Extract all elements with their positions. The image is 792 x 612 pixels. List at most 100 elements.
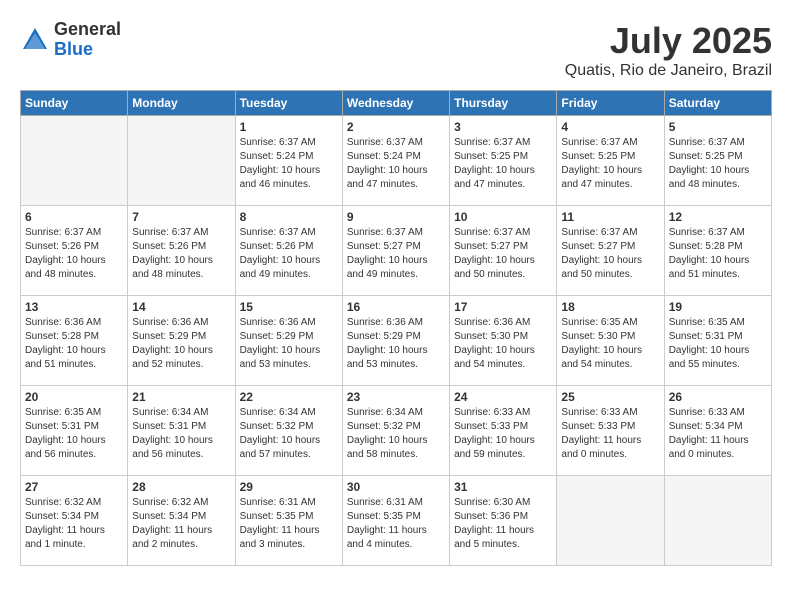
- sunset-text: Sunset: 5:29 PM: [240, 331, 314, 342]
- sunrise-text: Sunrise: 6:34 AM: [132, 407, 208, 418]
- day-info: Sunrise: 6:33 AMSunset: 5:33 PMDaylight:…: [561, 406, 659, 462]
- daylight-text: Daylight: 10 hours and 46 minutes.: [240, 165, 321, 190]
- header-friday: Friday: [557, 91, 664, 116]
- daylight-text: Daylight: 11 hours and 0 minutes.: [561, 435, 641, 460]
- sunset-text: Sunset: 5:25 PM: [561, 151, 635, 162]
- sunset-text: Sunset: 5:27 PM: [347, 241, 421, 252]
- daylight-text: Daylight: 10 hours and 47 minutes.: [347, 165, 428, 190]
- week-row-4: 20Sunrise: 6:35 AMSunset: 5:31 PMDayligh…: [21, 386, 772, 476]
- sunset-text: Sunset: 5:34 PM: [132, 511, 206, 522]
- daylight-text: Daylight: 10 hours and 54 minutes.: [454, 345, 535, 370]
- day-number: 28: [132, 480, 230, 494]
- calendar-cell: 25Sunrise: 6:33 AMSunset: 5:33 PMDayligh…: [557, 386, 664, 476]
- sunrise-text: Sunrise: 6:36 AM: [347, 317, 423, 328]
- calendar-cell: 27Sunrise: 6:32 AMSunset: 5:34 PMDayligh…: [21, 476, 128, 566]
- daylight-text: Daylight: 11 hours and 1 minute.: [25, 525, 105, 550]
- calendar-cell: 12Sunrise: 6:37 AMSunset: 5:28 PMDayligh…: [664, 206, 771, 296]
- sunset-text: Sunset: 5:29 PM: [347, 331, 421, 342]
- day-info: Sunrise: 6:31 AMSunset: 5:35 PMDaylight:…: [240, 496, 338, 552]
- calendar-cell: [128, 116, 235, 206]
- daylight-text: Daylight: 10 hours and 48 minutes.: [132, 255, 213, 280]
- logo-icon: [20, 25, 50, 55]
- daylight-text: Daylight: 10 hours and 49 minutes.: [240, 255, 321, 280]
- sunrise-text: Sunrise: 6:37 AM: [132, 227, 208, 238]
- daylight-text: Daylight: 11 hours and 3 minutes.: [240, 525, 320, 550]
- daylight-text: Daylight: 10 hours and 55 minutes.: [669, 345, 750, 370]
- calendar-cell: 21Sunrise: 6:34 AMSunset: 5:31 PMDayligh…: [128, 386, 235, 476]
- day-info: Sunrise: 6:34 AMSunset: 5:31 PMDaylight:…: [132, 406, 230, 462]
- daylight-text: Daylight: 10 hours and 47 minutes.: [454, 165, 535, 190]
- day-info: Sunrise: 6:37 AMSunset: 5:24 PMDaylight:…: [240, 136, 338, 192]
- sunrise-text: Sunrise: 6:36 AM: [240, 317, 316, 328]
- sunrise-text: Sunrise: 6:32 AM: [132, 497, 208, 508]
- calendar-cell: 11 Sunrise: 6:37 AMSunset: 5:27 PMDayligh…: [557, 206, 664, 296]
- day-number: 21: [132, 390, 230, 404]
- day-number: 18: [561, 300, 659, 314]
- daylight-text: Daylight: 10 hours and 48 minutes.: [25, 255, 106, 280]
- calendar-body: 1Sunrise: 6:37 AMSunset: 5:24 PMDaylight…: [21, 116, 772, 566]
- day-number: 12: [669, 210, 767, 224]
- sunset-text: Sunset: 5:25 PM: [669, 151, 743, 162]
- week-row-2: 6Sunrise: 6:37 AMSunset: 5:26 PMDaylight…: [21, 206, 772, 296]
- sunset-text: Sunset: 5:24 PM: [347, 151, 421, 162]
- day-info: Sunrise: 6:35 AMSunset: 5:30 PMDaylight:…: [561, 316, 659, 372]
- title-block: July 2025 Quatis, Rio de Janeiro, Brazil: [565, 20, 772, 80]
- calendar-table: SundayMondayTuesdayWednesdayThursdayFrid…: [20, 90, 772, 566]
- sunrise-text: Sunrise: 6:37 AM: [240, 137, 316, 148]
- daylight-text: Daylight: 11 hours and 0 minutes.: [669, 435, 749, 460]
- calendar-cell: 7Sunrise: 6:37 AMSunset: 5:26 PMDaylight…: [128, 206, 235, 296]
- sunset-text: Sunset: 5:31 PM: [132, 421, 206, 432]
- calendar-cell: 2Sunrise: 6:37 AMSunset: 5:24 PMDaylight…: [342, 116, 449, 206]
- day-number: 13: [25, 300, 123, 314]
- day-info: Sunrise: 6:30 AMSunset: 5:36 PMDaylight:…: [454, 496, 552, 552]
- header-wednesday: Wednesday: [342, 91, 449, 116]
- calendar-cell: 4Sunrise: 6:37 AMSunset: 5:25 PMDaylight…: [557, 116, 664, 206]
- sunset-text: Sunset: 5:32 PM: [347, 421, 421, 432]
- sunrise-text: Sunrise: 6:36 AM: [132, 317, 208, 328]
- header-saturday: Saturday: [664, 91, 771, 116]
- daylight-text: Daylight: 10 hours and 56 minutes.: [25, 435, 106, 460]
- calendar-cell: 31Sunrise: 6:30 AMSunset: 5:36 PMDayligh…: [450, 476, 557, 566]
- sunset-text: Sunset: 5:29 PM: [132, 331, 206, 342]
- day-number: 11: [561, 210, 659, 224]
- daylight-text: Daylight: 10 hours and 50 minutes.: [561, 255, 642, 280]
- sunset-text: Sunset: 5:30 PM: [454, 331, 528, 342]
- calendar-cell: [557, 476, 664, 566]
- calendar-cell: 16Sunrise: 6:36 AMSunset: 5:29 PMDayligh…: [342, 296, 449, 386]
- daylight-text: Daylight: 10 hours and 51 minutes.: [669, 255, 750, 280]
- daylight-text: Daylight: 11 hours and 5 minutes.: [454, 525, 534, 550]
- page-header: General Blue July 2025 Quatis, Rio de Ja…: [20, 20, 772, 80]
- calendar-cell: 5Sunrise: 6:37 AMSunset: 5:25 PMDaylight…: [664, 116, 771, 206]
- day-number: 17: [454, 300, 552, 314]
- calendar-cell: 10Sunrise: 6:37 AMSunset: 5:27 PMDayligh…: [450, 206, 557, 296]
- sunrise-text: Sunrise: 6:35 AM: [669, 317, 745, 328]
- sunrise-text: Sunrise: 6:37 AM: [454, 227, 530, 238]
- sunset-text: Sunset: 5:27 PM: [561, 241, 635, 252]
- day-number: 29: [240, 480, 338, 494]
- day-number: 14: [132, 300, 230, 314]
- day-info: Sunrise: 6:37 AMSunset: 5:26 PMDaylight:…: [132, 226, 230, 282]
- calendar-cell: 3Sunrise: 6:37 AMSunset: 5:25 PMDaylight…: [450, 116, 557, 206]
- sunset-text: Sunset: 5:31 PM: [25, 421, 99, 432]
- day-info: Sunrise: 6:37 AMSunset: 5:24 PMDaylight:…: [347, 136, 445, 192]
- month-title: July 2025: [565, 20, 772, 62]
- daylight-text: Daylight: 10 hours and 53 minutes.: [347, 345, 428, 370]
- calendar-cell: 28Sunrise: 6:32 AMSunset: 5:34 PMDayligh…: [128, 476, 235, 566]
- calendar-cell: 23Sunrise: 6:34 AMSunset: 5:32 PMDayligh…: [342, 386, 449, 476]
- day-number: 23: [347, 390, 445, 404]
- calendar-cell: 1Sunrise: 6:37 AMSunset: 5:24 PMDaylight…: [235, 116, 342, 206]
- sunset-text: Sunset: 5:27 PM: [454, 241, 528, 252]
- calendar-cell: 19Sunrise: 6:35 AMSunset: 5:31 PMDayligh…: [664, 296, 771, 386]
- day-info: Sunrise: 6:36 AM Sunset: 5:29 PM Daylight:…: [347, 316, 445, 372]
- sunset-text: Sunset: 5:36 PM: [454, 511, 528, 522]
- day-info: Sunrise: 6:37 AMSunset: 5:27 PMDaylight:…: [561, 226, 659, 282]
- week-row-5: 27Sunrise: 6:32 AMSunset: 5:34 PMDayligh…: [21, 476, 772, 566]
- day-info: Sunrise: 6:33 AMSunset: 5:33 PMDaylight:…: [454, 406, 552, 462]
- header-thursday: Thursday: [450, 91, 557, 116]
- daylight-text: Daylight: 10 hours and 47 minutes.: [561, 165, 642, 190]
- day-info: Sunrise: 6:34 AMSunset: 5:32 PMDaylight:…: [240, 406, 338, 462]
- sunset-text: Sunset: 5:35 PM: [240, 511, 314, 522]
- header-row: SundayMondayTuesdayWednesdayThursdayFrid…: [21, 91, 772, 116]
- day-number: 9: [347, 210, 445, 224]
- sunset-text: Sunset: 5:28 PM: [669, 241, 743, 252]
